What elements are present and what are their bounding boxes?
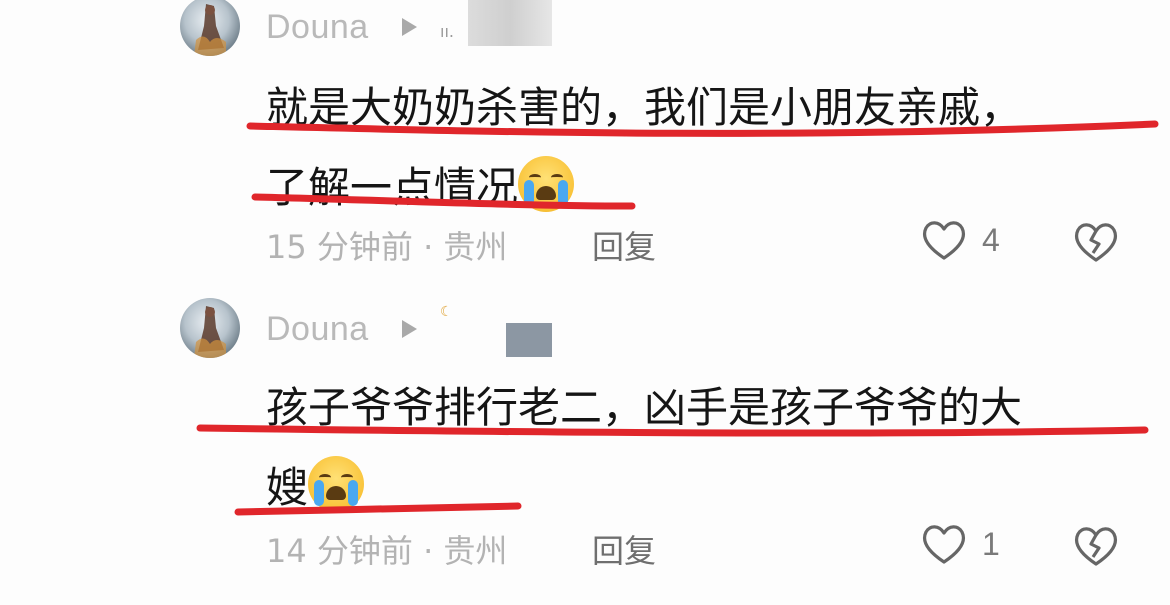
heart-icon [923,221,965,260]
like-count: 1 [982,525,1000,562]
like-button[interactable]: 4 [920,218,1000,262]
comment-item: Douna ☾ 孩子爷爷排行老二，凶手是孩子爷爷的大 嫂 14 分钟前 · 贵州… [0,298,1170,598]
comment-text: 孩子爷爷排行老二，凶手是孩子爷爷的大 嫂 [266,368,1086,528]
comment-text-line: 孩子爷爷排行老二，凶手是孩子爷爷的大 [266,383,1023,432]
comment-item: Douna ıı. 就是大奶奶杀害的，我们是小朋友亲戚， 了解一点情况 15 分… [0,0,1170,300]
comment-text: 就是大奶奶杀害的，我们是小朋友亲戚， 了解一点情况 [266,68,1086,228]
like-count: 4 [982,221,1000,258]
play-icon [402,320,417,338]
loudly-crying-face-icon [308,455,365,512]
comment-meta: 14 分钟前 · 贵州 [266,532,508,570]
comment-meta: 15 分钟前 · 贵州 [266,228,508,266]
broken-heart-icon[interactable] [1072,524,1120,568]
heart-icon [923,525,965,564]
avatar-image [194,306,226,358]
play-icon [402,18,417,36]
loudly-crying-face-icon [518,155,575,212]
avatar-image [194,4,226,56]
avatar[interactable] [180,0,240,56]
username[interactable]: Douna [266,310,369,349]
comment-text-line: 就是大奶奶杀害的，我们是小朋友亲戚， [266,83,1023,132]
moon-icon: ☾ [440,304,453,320]
blurred-region [506,323,552,357]
avatar[interactable] [180,298,240,358]
broken-heart-icon[interactable] [1072,220,1120,264]
like-button[interactable]: 1 [920,522,1000,566]
username[interactable]: Douna [266,8,369,47]
blurred-badge-icon: ıı. [440,22,454,41]
reply-button[interactable]: 回复 [592,222,656,268]
comment-text-line: 了解一点情况 [266,162,519,212]
reply-button[interactable]: 回复 [592,526,656,572]
comment-text-line: 嫂 [266,462,309,512]
blurred-region [468,0,552,46]
